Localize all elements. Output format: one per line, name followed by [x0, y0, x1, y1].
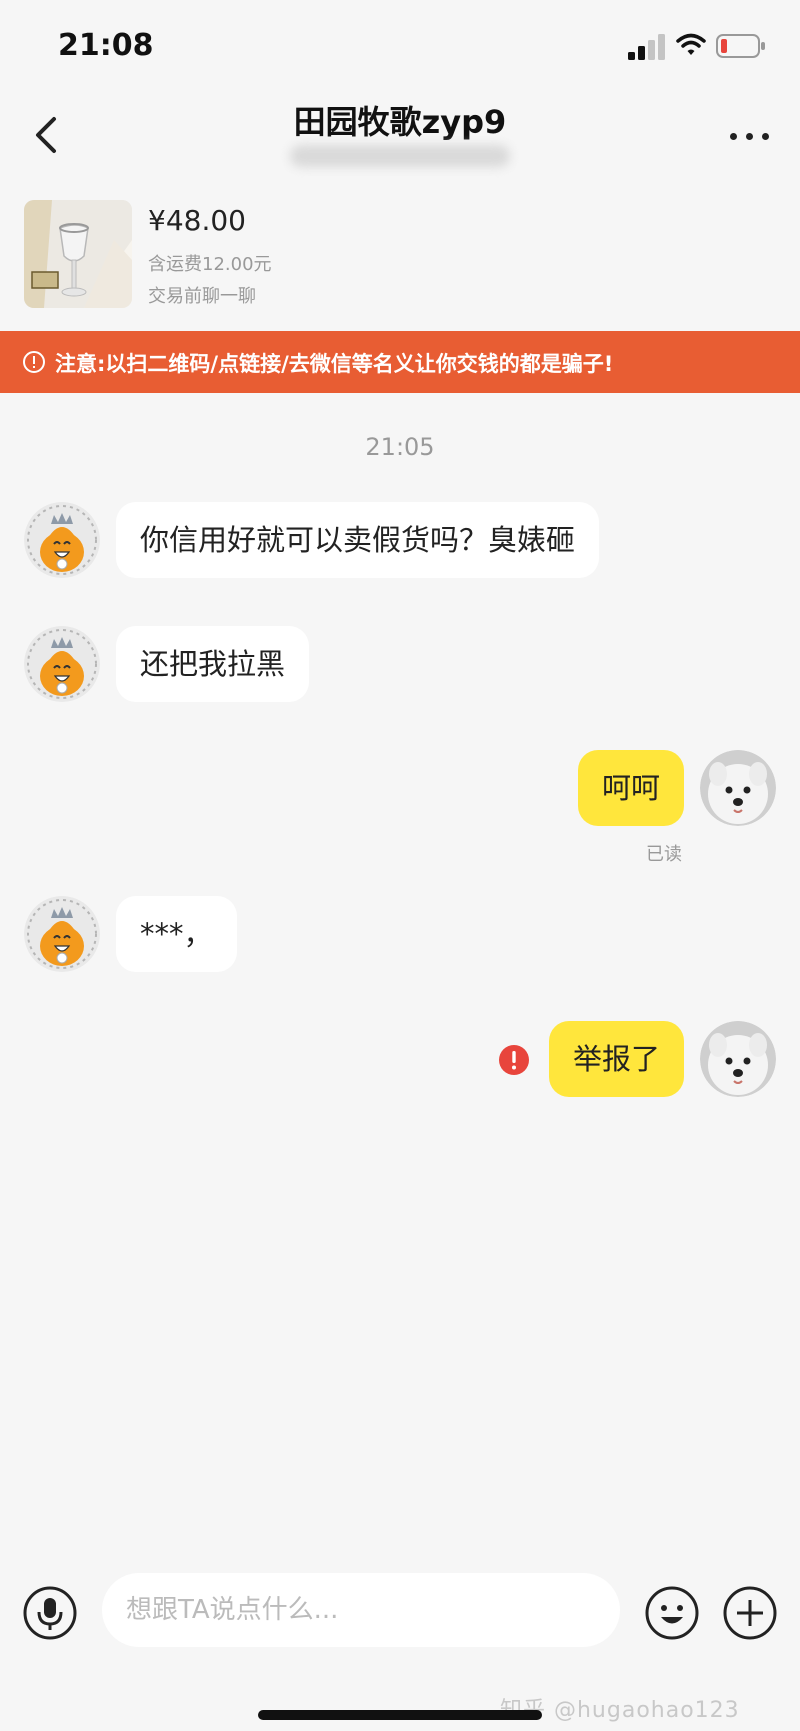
status-bar: 21:08: [0, 0, 800, 95]
contact-avatar[interactable]: [24, 626, 100, 702]
message-bubble-incoming[interactable]: 你信用好就可以卖假货吗？臭婊砸: [116, 502, 600, 578]
cartoon-avatar-icon: [24, 626, 100, 702]
product-shipping: 含运费12.00元: [148, 254, 272, 275]
chat-header: 田园牧歌zyp9: [0, 95, 800, 175]
product-image: [24, 200, 132, 308]
blurred-subtitle: [290, 145, 510, 167]
microphone-icon[interactable]: [22, 1585, 78, 1641]
message-input-bar: [0, 1565, 800, 1675]
warning-text: 注意:以扫二维码/点链接/去微信等名义让你交钱的都是骗子!: [55, 352, 614, 376]
smiley-icon[interactable]: [644, 1585, 700, 1641]
wifi-icon: [676, 33, 706, 55]
more-dots-icon: [730, 133, 737, 140]
product-thumbnail[interactable]: [24, 200, 132, 308]
product-card[interactable]: ¥48.00 含运费12.00元 交易前聊一聊: [0, 190, 800, 315]
my-avatar[interactable]: [700, 750, 776, 826]
signal-icon: [628, 34, 665, 60]
message-bubble-outgoing[interactable]: 呵呵: [577, 750, 684, 826]
contact-avatar[interactable]: [24, 896, 100, 972]
chat-title: 田园牧歌zyp9: [293, 103, 507, 141]
scam-warning-banner: 注意:以扫二维码/点链接/去微信等名义让你交钱的都是骗子!: [0, 331, 800, 393]
plus-circle-icon[interactable]: [722, 1585, 778, 1641]
message-bubble-incoming[interactable]: ***，: [116, 896, 237, 972]
read-status: 已读: [646, 844, 682, 865]
info-circle-icon: [23, 351, 45, 373]
time-divider: 21:05: [365, 433, 435, 461]
dog-avatar-icon: [700, 750, 776, 826]
more-options-button[interactable]: [726, 115, 774, 155]
cartoon-avatar-icon: [24, 502, 100, 578]
battery-icon: [716, 34, 765, 58]
home-indicator: [258, 1710, 542, 1720]
cartoon-avatar-icon: [24, 896, 100, 972]
exclamation-circle-icon[interactable]: [498, 1044, 530, 1076]
contact-avatar[interactable]: [24, 502, 100, 578]
status-time: 21:08: [58, 28, 154, 63]
my-avatar[interactable]: [700, 1021, 776, 1097]
product-price: ¥48.00: [148, 204, 246, 237]
message-bubble-outgoing[interactable]: 举报了: [548, 1021, 684, 1097]
dog-avatar-icon: [700, 1021, 776, 1097]
message-input[interactable]: [102, 1573, 620, 1647]
product-hint: 交易前聊一聊: [148, 286, 256, 307]
message-bubble-incoming[interactable]: 还把我拉黑: [116, 626, 310, 702]
